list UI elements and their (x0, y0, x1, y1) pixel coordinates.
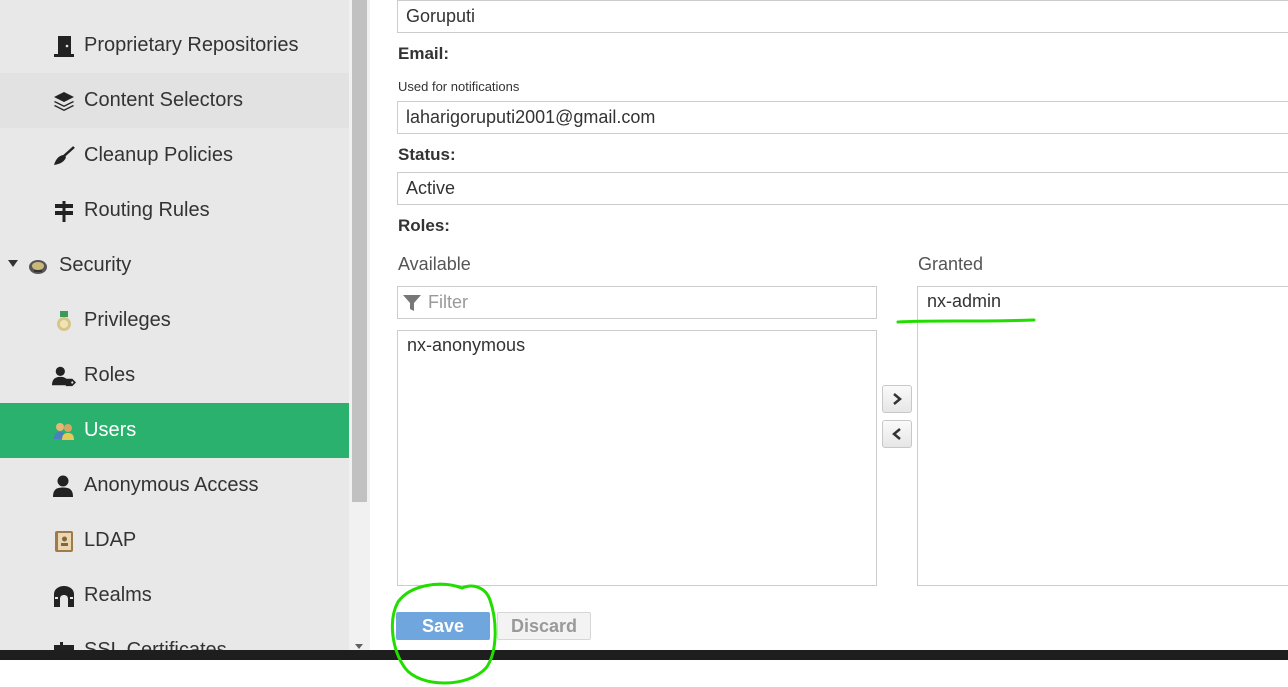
granted-title: Granted (918, 254, 984, 274)
signpost-icon (52, 199, 76, 223)
granted-roles-list[interactable]: nx-admin (917, 286, 1288, 586)
sidebar-item-label: SSL Certificates (84, 639, 227, 650)
scroll-down-arrow-icon[interactable] (355, 644, 363, 649)
sidebar-item-routing-rules[interactable]: Routing Rules (0, 183, 349, 238)
chevron-right-icon (893, 393, 902, 405)
shield-badge-icon (26, 254, 50, 278)
user-form: Goruputi Email: Used for notifications l… (370, 0, 1288, 650)
status-select[interactable]: Active (397, 172, 1288, 205)
available-roles-list[interactable]: nx-anonymous (397, 330, 877, 586)
available-title: Available (398, 254, 471, 274)
sidebar-item-label: Realms (84, 584, 152, 606)
remove-role-button[interactable] (882, 420, 912, 448)
expand-arrow-icon[interactable] (8, 260, 18, 267)
sidebar-item-anonymous-access[interactable]: Anonymous Access (0, 458, 349, 513)
castle-icon (52, 584, 76, 608)
address-book-icon (52, 529, 76, 553)
sidebar-item-label: Security (59, 254, 132, 276)
sidebar-scrollbar[interactable] (349, 0, 370, 650)
email-field[interactable]: laharigoruputi2001@gmail.com (397, 101, 1288, 134)
sidebar-item-label: Privileges (84, 309, 171, 331)
users-icon (52, 419, 76, 443)
email-hint: Used for notifications (398, 79, 520, 94)
sidebar-item-label: Proprietary Repositories (84, 34, 299, 56)
user-icon (52, 474, 76, 498)
sidebar-item-label: Cleanup Policies (84, 144, 233, 166)
discard-button[interactable]: Discard (497, 612, 591, 640)
broom-icon (52, 144, 76, 168)
bottom-blank-area (0, 660, 1288, 687)
sidebar-item-ssl-certificates[interactable]: SSL Certificates (0, 623, 349, 650)
door-icon (52, 34, 76, 58)
medal-icon (52, 309, 76, 333)
sidebar-item-ldap[interactable]: LDAP (0, 513, 349, 568)
sidebar-item-label: Content Selectors (84, 89, 243, 111)
scrollbar-thumb[interactable] (352, 0, 367, 502)
filter-icon (402, 293, 422, 313)
sidebar-item-roles[interactable]: Roles (0, 348, 349, 403)
layers-icon (52, 89, 76, 113)
sidebar-item-label: LDAP (84, 529, 137, 551)
sidebar-item-label: Routing Rules (84, 199, 210, 221)
chevron-left-icon (892, 428, 901, 440)
add-role-button[interactable] (882, 385, 912, 413)
certificate-icon (52, 639, 76, 650)
status-label: Status: (398, 145, 456, 164)
sidebar-item-proprietary-repositories[interactable]: Proprietary Repositories (0, 18, 349, 73)
list-item[interactable]: nx-admin (927, 291, 1001, 312)
sidebar-item-security[interactable]: Security (0, 238, 349, 293)
sidebar-item-label: Roles (84, 364, 136, 386)
save-button[interactable]: Save (396, 612, 490, 640)
sidebar: Proprietary Repositories Content Selecto… (0, 0, 349, 650)
roles-label: Roles: (398, 216, 450, 235)
sidebar-item-cleanup-policies[interactable]: Cleanup Policies (0, 128, 349, 183)
sidebar-item-users[interactable]: Users (0, 403, 349, 458)
sidebar-item-label: Users (84, 419, 137, 441)
sidebar-item-privileges[interactable]: Privileges (0, 293, 349, 348)
last-name-field[interactable]: Goruputi (397, 0, 1288, 33)
user-tag-icon (52, 364, 76, 388)
filter-placeholder: Filter (428, 292, 468, 312)
sidebar-item-label: Anonymous Access (84, 474, 259, 496)
sidebar-item-content-selectors[interactable]: Content Selectors (0, 73, 349, 128)
roles-filter-input[interactable]: Filter (397, 286, 877, 319)
list-item[interactable]: nx-anonymous (407, 335, 525, 356)
window-bottom-bar (0, 650, 1288, 660)
sidebar-item-realms[interactable]: Realms (0, 568, 349, 623)
email-label: Email: (398, 44, 450, 63)
